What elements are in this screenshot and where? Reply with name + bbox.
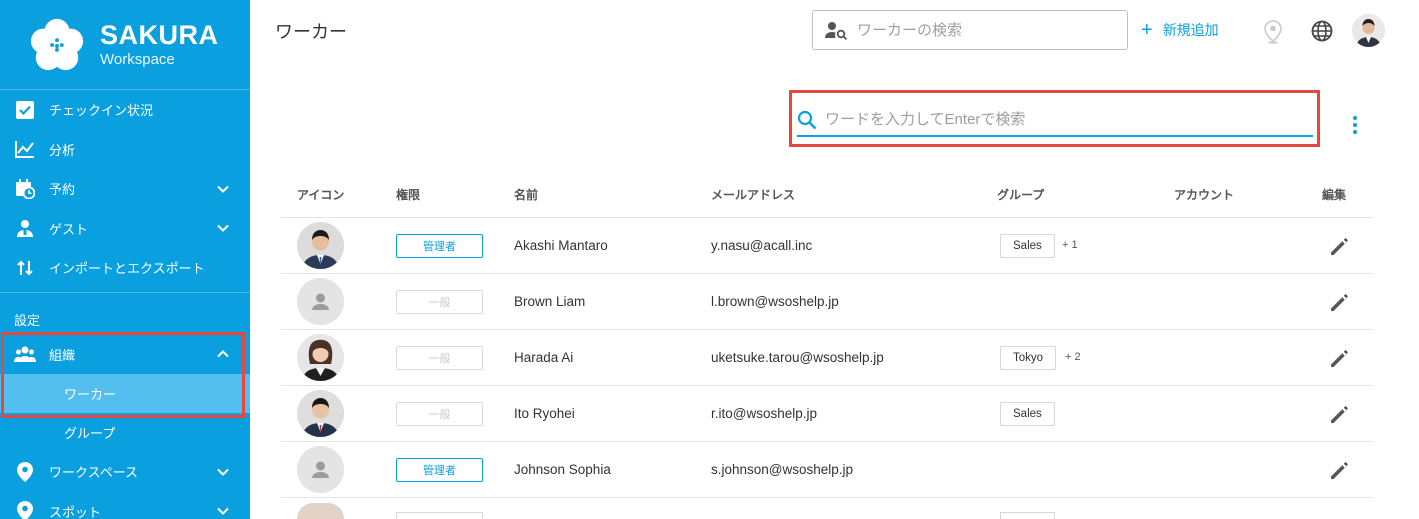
column-header-account: アカウント xyxy=(1174,188,1235,202)
edit-pencil-icon[interactable] xyxy=(1328,236,1350,258)
edit-pencil-icon[interactable] xyxy=(1328,460,1350,482)
group-more-count: + 1 xyxy=(1062,239,1078,251)
keyword-search-input[interactable] xyxy=(825,111,1305,128)
sidebar-subitem-groups[interactable]: グループ xyxy=(0,413,250,452)
brand-subtitle: Workspace xyxy=(100,51,175,68)
plus-icon: + xyxy=(1141,19,1153,41)
column-header-icon: アイコン xyxy=(297,188,345,202)
worker-email: s.johnson@wsoshelp.jp xyxy=(711,462,854,477)
column-header-role: 権限 xyxy=(396,188,421,202)
page-title: ワーカー xyxy=(275,22,347,42)
sidebar-item-label: ワークスペース xyxy=(49,465,139,481)
table-row[interactable]: 一般 Ito Ryohei r.ito@wsoshelp.jp Sales xyxy=(281,386,1373,442)
table-header: アイコン 権限 名前 メールアドレス グループ アカウント 編集 xyxy=(281,172,1373,218)
group-tag-partial xyxy=(1000,512,1055,519)
role-badge: 管理者 xyxy=(396,458,483,482)
sidebar-section-settings: 設定 xyxy=(14,312,41,328)
chevron-down-icon xyxy=(217,225,229,233)
worker-name: Brown Liam xyxy=(514,294,586,309)
globe-icon[interactable] xyxy=(1311,20,1333,42)
brand[interactable]: SAKURA Workspace xyxy=(0,0,250,90)
sidebar-item-workspace[interactable]: ワークスペース xyxy=(0,452,250,492)
table-row[interactable]: 一般 Harada Ai uketsuke.tarou@wsoshelp.jp … xyxy=(281,330,1373,386)
edit-pencil-icon[interactable] xyxy=(1328,348,1350,370)
worker-email: y.nasu@acall.inc xyxy=(711,238,813,253)
checkbox-icon xyxy=(14,99,36,121)
sidebar-item-label: 組織 xyxy=(49,347,76,363)
sidebar-item-label: チェックイン状況 xyxy=(49,103,154,119)
sakura-logo-icon xyxy=(30,18,84,70)
sidebar-subitem-workers[interactable]: ワーカー xyxy=(0,374,250,413)
sidebar-item-import-export[interactable]: インポートとエクスポート xyxy=(0,248,250,288)
sidebar-item-spot[interactable]: スポット xyxy=(0,492,250,519)
avatar-partial xyxy=(297,503,344,519)
sidebar-item-label: ゲスト xyxy=(49,221,89,237)
column-header-email: メールアドレス xyxy=(711,188,796,202)
import-export-icon xyxy=(14,257,36,279)
chart-icon xyxy=(14,138,36,160)
sidebar-item-label: スポット xyxy=(49,504,102,519)
worker-name: Akashi Mantaro xyxy=(514,238,608,253)
sidebar-item-organization[interactable]: 組織 xyxy=(0,335,250,375)
role-badge-partial xyxy=(396,512,483,519)
chevron-down-icon xyxy=(217,508,229,516)
avatar-placeholder xyxy=(297,446,344,493)
group-tag: Tokyo xyxy=(1000,346,1057,370)
sidebar-item-reservation[interactable]: 予約 xyxy=(0,169,250,209)
brand-name: SAKURA xyxy=(100,20,219,50)
sidebar-item-label: 分析 xyxy=(49,142,76,158)
group-tag: Sales xyxy=(1000,402,1055,426)
column-header-edit: 編集 xyxy=(1322,188,1347,202)
worker-name: Harada Ai xyxy=(514,350,574,365)
avatar-placeholder xyxy=(297,278,344,325)
chevron-down-icon xyxy=(217,185,229,193)
user-avatar[interactable] xyxy=(1352,14,1385,47)
role-badge: 一般 xyxy=(396,402,483,426)
column-header-name: 名前 xyxy=(514,188,539,202)
chevron-down-icon xyxy=(217,468,229,476)
location-pin-icon[interactable] xyxy=(1264,20,1282,44)
sidebar-item-analytics[interactable]: 分析 xyxy=(0,130,250,170)
worker-name: Ito Ryohei xyxy=(514,406,575,421)
location-pin-icon xyxy=(14,500,36,519)
guest-icon xyxy=(14,217,36,239)
sidebar-item-label: 予約 xyxy=(49,182,76,198)
sidebar-subitem-label: グループ xyxy=(64,426,116,441)
sidebar-item-guest[interactable]: ゲスト xyxy=(0,209,250,249)
avatar xyxy=(297,334,344,381)
person-search-icon xyxy=(825,22,848,40)
location-pin-icon xyxy=(14,461,36,483)
group-tag: Sales xyxy=(1000,234,1055,258)
worker-email: uketsuke.tarou@wsoshelp.jp xyxy=(711,350,884,365)
group-more-count: + 2 xyxy=(1065,351,1081,363)
sidebar: SAKURA Workspace チェックイン状況 分析 予約 ゲスト インポー… xyxy=(0,0,250,519)
people-icon xyxy=(14,343,36,365)
table-row[interactable]: 管理者 Johnson Sophia s.johnson@wsoshelp.jp xyxy=(281,442,1373,498)
edit-pencil-icon[interactable] xyxy=(1328,292,1350,314)
worker-search-box[interactable] xyxy=(812,10,1128,50)
edit-pencil-icon[interactable] xyxy=(1328,404,1350,426)
chevron-up-icon xyxy=(217,350,229,358)
sidebar-subitem-label: ワーカー xyxy=(64,387,117,402)
table-row[interactable]: 一般 Brown Liam l.brown@wsoshelp.jp xyxy=(281,274,1373,330)
more-vert-icon[interactable] xyxy=(1348,114,1362,136)
avatar xyxy=(297,222,344,269)
worker-name: Johnson Sophia xyxy=(514,462,611,477)
calendar-clock-icon xyxy=(14,178,36,200)
worker-email: r.ito@wsoshelp.jp xyxy=(711,406,818,421)
worker-search-input[interactable] xyxy=(857,21,1117,39)
role-badge: 一般 xyxy=(396,346,483,370)
column-header-group: グループ xyxy=(997,188,1045,202)
keyword-search-box[interactable] xyxy=(797,104,1313,137)
role-badge: 一般 xyxy=(396,290,483,314)
worker-email: l.brown@wsoshelp.jp xyxy=(711,294,839,309)
avatar xyxy=(297,390,344,437)
add-new-button[interactable]: + 新規追加 xyxy=(1141,20,1219,40)
add-new-label: 新規追加 xyxy=(1162,22,1219,38)
sidebar-item-label: インポートとエクスポート xyxy=(49,261,205,277)
table-row[interactable]: 管理者 Akashi Mantaro y.nasu@acall.inc Sale… xyxy=(281,218,1373,274)
search-icon xyxy=(797,110,817,129)
sidebar-item-checkin[interactable]: チェックイン状況 xyxy=(0,90,250,130)
role-badge: 管理者 xyxy=(396,234,483,258)
